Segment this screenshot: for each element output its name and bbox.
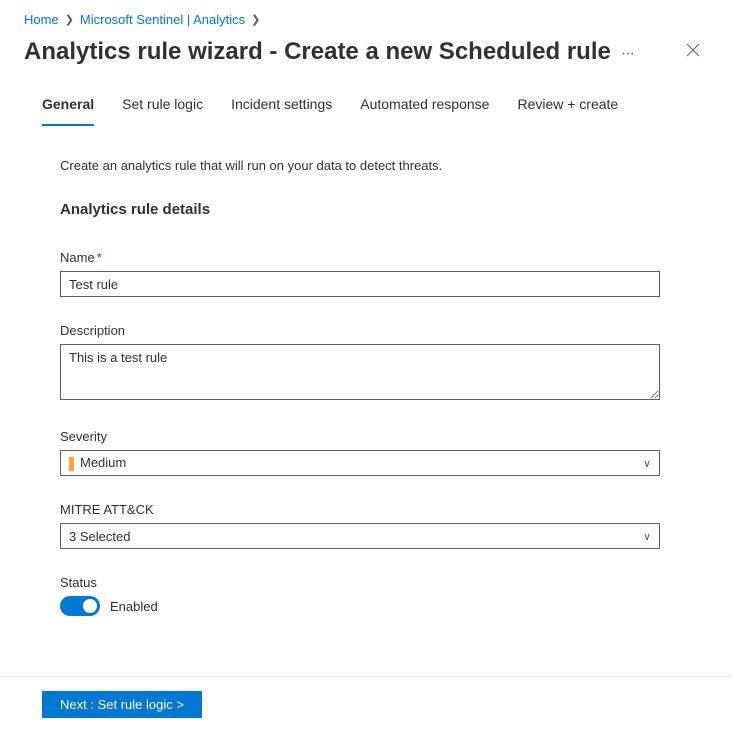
tab-automated-response[interactable]: Automated response: [360, 86, 489, 126]
status-value: Enabled: [110, 599, 158, 614]
footer: Next : Set rule logic >: [0, 676, 732, 732]
name-label: Name*: [60, 250, 672, 265]
content-area: Create an analytics rule that will run o…: [0, 126, 732, 662]
name-input[interactable]: [60, 271, 660, 297]
severity-value: Medium: [80, 455, 126, 470]
field-mitre: MITRE ATT&CK 3 Selected ∨: [60, 502, 672, 549]
page-header: Analytics rule wizard - Create a new Sch…: [0, 35, 732, 86]
more-options-icon[interactable]: ···: [621, 41, 634, 63]
chevron-right-icon: ❯: [65, 13, 74, 26]
status-label: Status: [60, 575, 672, 590]
breadcrumb: Home ❯ Microsoft Sentinel | Analytics ❯: [0, 0, 732, 35]
chevron-down-icon: ∨: [643, 457, 651, 470]
mitre-label: MITRE ATT&CK: [60, 502, 672, 517]
tab-general[interactable]: General: [42, 86, 94, 126]
severity-chip-icon: [69, 457, 74, 471]
field-severity: Severity Medium ∨: [60, 429, 672, 476]
chevron-right-icon: ❯: [251, 13, 260, 26]
description-label: Description: [60, 323, 672, 338]
breadcrumb-parent[interactable]: Microsoft Sentinel | Analytics: [80, 12, 245, 27]
name-label-text: Name: [60, 250, 95, 265]
description-input[interactable]: This is a test rule: [60, 344, 660, 400]
page-title: Analytics rule wizard - Create a new Sch…: [24, 38, 611, 66]
toggle-knob: [83, 599, 97, 613]
required-star-icon: *: [97, 250, 102, 265]
section-title: Analytics rule details: [60, 201, 672, 218]
close-icon: [686, 43, 700, 57]
mitre-select[interactable]: 3 Selected ∨: [60, 523, 660, 549]
close-button[interactable]: [678, 37, 708, 66]
next-button[interactable]: Next : Set rule logic >: [42, 691, 202, 718]
field-status: Status Enabled: [60, 575, 672, 616]
tab-set-rule-logic[interactable]: Set rule logic: [122, 86, 203, 126]
mitre-value: 3 Selected: [69, 529, 130, 544]
field-name: Name*: [60, 250, 672, 297]
chevron-down-icon: ∨: [643, 530, 651, 543]
breadcrumb-home[interactable]: Home: [24, 12, 59, 27]
tab-review-create[interactable]: Review + create: [517, 86, 618, 126]
tabs: General Set rule logic Incident settings…: [0, 86, 732, 126]
field-description: Description This is a test rule: [60, 323, 672, 403]
severity-label: Severity: [60, 429, 672, 444]
tab-incident-settings[interactable]: Incident settings: [231, 86, 332, 126]
status-toggle[interactable]: [60, 596, 100, 616]
severity-select[interactable]: Medium ∨: [60, 450, 660, 476]
intro-text: Create an analytics rule that will run o…: [60, 158, 672, 173]
